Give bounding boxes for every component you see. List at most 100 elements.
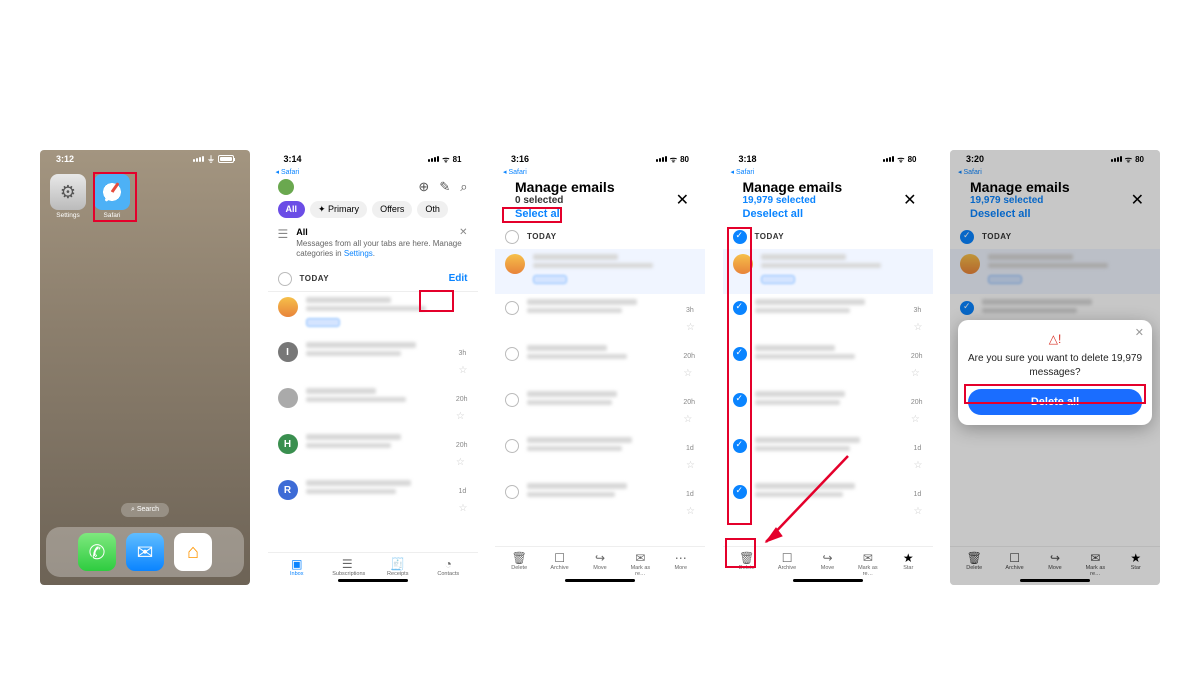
star-icon[interactable]: ☆: [459, 503, 468, 514]
list-item[interactable]: 20h☆: [268, 383, 478, 429]
toolbar-delete[interactable]: 🗑Delete: [504, 551, 534, 577]
mail-plus-icon[interactable]: ⊕: [418, 179, 429, 195]
wifi-icon: ᯤ: [897, 154, 904, 165]
star-icon[interactable]: ☆: [456, 457, 465, 468]
more-icon: ⋯: [666, 551, 696, 565]
toolbar-mark[interactable]: ✉︎Mark as re…: [625, 551, 655, 577]
info-banner: ☰ All Messages from all your tabs are he…: [268, 221, 478, 265]
warning-icon: △!: [968, 332, 1142, 346]
deselect-all-link[interactable]: Deselect all: [743, 208, 843, 220]
select-all-checkbox[interactable]: [505, 230, 519, 244]
nav-receipts[interactable]: 🧾Receipts: [383, 557, 413, 577]
screenshot-step-2: 3:14 ᯤ 81 ◂ Safari ⊕ ✎ ⌕ All ✦ Primary O…: [268, 150, 478, 585]
row-checkbox[interactable]: [505, 347, 519, 361]
signal-icon: [883, 156, 894, 162]
star-icon[interactable]: ☆: [686, 322, 695, 333]
list-item[interactable]: 1d☆: [723, 432, 933, 478]
star-icon[interactable]: ☆: [683, 414, 692, 425]
close-icon[interactable]: ✕: [459, 227, 467, 238]
move-icon: ↪: [585, 551, 615, 565]
close-icon[interactable]: ✕: [676, 190, 695, 210]
banner-link[interactable]: Settings: [344, 249, 373, 258]
select-all-checkbox[interactable]: [733, 230, 747, 244]
star-icon[interactable]: ☆: [914, 460, 923, 471]
list-item[interactable]: 1d☆: [495, 432, 705, 478]
search-icon[interactable]: ⌕: [460, 179, 467, 195]
inbox-icon: ▣: [282, 557, 312, 571]
toolbar-delete[interactable]: 🗑Delete: [732, 551, 762, 577]
list-item[interactable]: 1d☆: [723, 478, 933, 524]
tab-primary[interactable]: ✦ Primary: [310, 201, 367, 218]
select-all-checkbox[interactable]: [278, 272, 292, 286]
home-icon[interactable]: ⌂: [174, 533, 212, 571]
list-item[interactable]: [268, 292, 478, 337]
row-checkbox[interactable]: [733, 439, 747, 453]
tab-all[interactable]: All: [278, 201, 306, 218]
mail-icon[interactable]: ✉︎: [126, 533, 164, 571]
edit-button[interactable]: Edit: [449, 273, 468, 284]
star-icon[interactable]: ☆: [911, 368, 920, 379]
app-label: Settings: [56, 212, 80, 219]
star-icon[interactable]: ☆: [686, 460, 695, 471]
phone-icon[interactable]: ✆: [78, 533, 116, 571]
star-icon[interactable]: ☆: [459, 365, 468, 376]
nav-subscriptions[interactable]: ☰Subscriptions: [332, 557, 362, 577]
list-item[interactable]: [723, 249, 933, 294]
list-item[interactable]: I 3h☆: [268, 337, 478, 383]
status-bar: 3:16 ᯤ 80: [495, 150, 705, 168]
email-list: I 3h☆ 20h☆ H 20h☆ R 1d☆: [268, 292, 478, 521]
selection-count: 19,979 selected: [743, 195, 843, 206]
app-safari[interactable]: Safari: [94, 174, 130, 218]
close-icon[interactable]: ✕: [1135, 326, 1144, 339]
row-checkbox[interactable]: [505, 485, 519, 499]
status-bar: 3:14 ᯤ 81: [268, 150, 478, 168]
compose-icon[interactable]: ✎: [439, 179, 450, 195]
star-icon[interactable]: ☆: [911, 414, 920, 425]
nav-contacts[interactable]: ◔Contacts: [433, 557, 463, 577]
selection-count: 0 selected: [515, 195, 615, 206]
spotlight-search[interactable]: ⌕ Search: [121, 503, 169, 517]
tab-offers[interactable]: Offers: [372, 201, 412, 218]
row-checkbox[interactable]: [505, 439, 519, 453]
toolbar-more[interactable]: ⋯More: [666, 551, 696, 577]
row-checkbox[interactable]: [733, 393, 747, 407]
select-all-link[interactable]: Select all: [515, 208, 615, 220]
list-item[interactable]: 3h☆: [495, 294, 705, 340]
row-checkbox[interactable]: [505, 393, 519, 407]
toolbar-move[interactable]: ↪Move: [585, 551, 615, 577]
list-item[interactable]: 20h☆: [495, 340, 705, 386]
row-checkbox[interactable]: [733, 301, 747, 315]
star-icon[interactable]: ☆: [914, 322, 923, 333]
toolbar-archive[interactable]: ☐Archive: [772, 551, 802, 577]
breadcrumb[interactable]: ◂ Safari: [268, 168, 478, 176]
toolbar-move[interactable]: ↪Move: [812, 551, 842, 577]
app-settings[interactable]: ⚙︎ Settings: [50, 174, 86, 218]
list-item[interactable]: [495, 249, 705, 294]
close-icon[interactable]: ✕: [903, 190, 922, 210]
trash-icon: 🗑: [732, 551, 762, 565]
list-item[interactable]: H 20h☆: [268, 429, 478, 475]
toolbar-star[interactable]: ★Star: [893, 551, 923, 577]
row-checkbox[interactable]: [733, 485, 747, 499]
avatar[interactable]: [278, 179, 294, 195]
star-icon[interactable]: ☆: [683, 368, 692, 379]
nav-inbox[interactable]: ▣Inbox: [282, 557, 312, 577]
breadcrumb[interactable]: ◂ Safari: [723, 168, 933, 176]
list-item[interactable]: 20h☆: [723, 386, 933, 432]
breadcrumb[interactable]: ◂ Safari: [495, 168, 705, 176]
star-icon[interactable]: ☆: [456, 411, 465, 422]
delete-all-button[interactable]: Delete all: [968, 389, 1142, 415]
bottom-toolbar: 🗑Delete ☐Archive ↪Move ✉︎Mark as re… ★St…: [723, 546, 933, 577]
star-icon[interactable]: ☆: [686, 506, 695, 517]
list-item[interactable]: 20h☆: [495, 386, 705, 432]
list-item[interactable]: R 1d☆: [268, 475, 478, 521]
toolbar-archive[interactable]: ☐Archive: [545, 551, 575, 577]
row-checkbox[interactable]: [505, 301, 519, 315]
list-item[interactable]: 3h☆: [723, 294, 933, 340]
toolbar-mark[interactable]: ✉︎Mark as re…: [853, 551, 883, 577]
star-icon[interactable]: ☆: [914, 506, 923, 517]
row-checkbox[interactable]: [733, 347, 747, 361]
tab-other[interactable]: Oth: [417, 201, 448, 218]
list-item[interactable]: 20h☆: [723, 340, 933, 386]
list-item[interactable]: 1d☆: [495, 478, 705, 524]
